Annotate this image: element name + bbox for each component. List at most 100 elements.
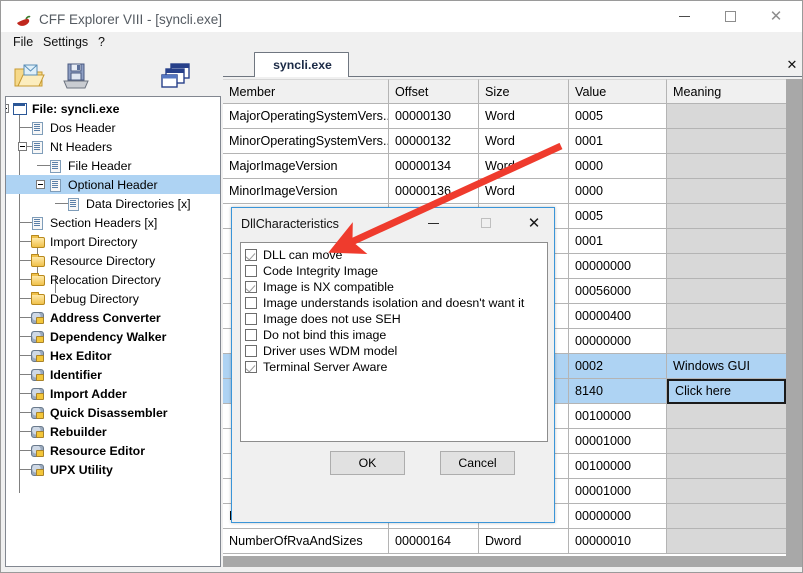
tree-item[interactable]: Rebuilder	[6, 422, 220, 441]
tree-item-label: File Header	[68, 158, 132, 173]
tree-item[interactable]: Relocation Directory	[6, 270, 220, 289]
open-file-icon[interactable]	[12, 60, 46, 92]
tab-close-icon[interactable]: ✕	[785, 59, 799, 73]
dialog-close-button[interactable]: ✕	[513, 209, 555, 237]
cell-meaning	[667, 254, 786, 279]
table-row[interactable]: NumberOfRvaAndSizes 00000164 Dword 00000010	[223, 529, 786, 554]
tool-icon	[31, 425, 44, 438]
window-title: CFF Explorer VIII - [syncli.exe]	[39, 12, 223, 27]
page-icon	[68, 197, 79, 211]
save-file-icon[interactable]	[59, 60, 93, 92]
windows-cascade-icon[interactable]	[159, 60, 193, 92]
tree-item-label: Optional Header	[68, 177, 158, 192]
checkbox-input[interactable]	[245, 313, 257, 325]
menu-item-help[interactable]: ?	[94, 35, 109, 52]
tree-item-icon-slot	[30, 425, 46, 439]
tree-collapse-toggle[interactable]	[6, 104, 9, 113]
column-header-offset[interactable]: Offset	[389, 79, 479, 104]
cell-meaning[interactable]: Click here	[667, 379, 786, 404]
tool-icon	[31, 406, 44, 419]
cell-value: 0001	[569, 229, 667, 254]
cell-meaning	[667, 504, 786, 529]
tree-item-label: Resource Editor	[50, 443, 145, 458]
navigation-tree[interactable]: File: syncli.exe Dos Header Nt Headers File…	[5, 96, 221, 567]
tree-collapse-toggle[interactable]	[18, 142, 27, 151]
tree-item-label: Relocation Directory	[50, 272, 161, 287]
cancel-button[interactable]: Cancel	[440, 451, 515, 475]
maximize-icon	[481, 218, 491, 228]
checkbox-input[interactable]	[245, 361, 257, 373]
column-header-meaning[interactable]: Meaning	[667, 79, 786, 104]
checkbox-input[interactable]	[245, 297, 257, 309]
table-row[interactable]: MajorImageVersion 00000134 Word 0000	[223, 154, 786, 179]
cell-value: 00001000	[569, 479, 667, 504]
dialog-minimize-button[interactable]	[412, 209, 454, 237]
close-icon: ✕	[769, 7, 783, 25]
tree-item[interactable]: Data Directories [x]	[6, 194, 220, 213]
checkbox-label: Driver uses WDM model	[263, 344, 398, 358]
characteristics-checkbox-list: DLL can move Code Integrity Image Image is…	[240, 242, 548, 442]
cell-meaning	[667, 129, 786, 154]
tree-item[interactable]: Import Adder	[6, 384, 220, 403]
tree-item[interactable]: Quick Disassembler	[6, 403, 220, 422]
column-header-value[interactable]: Value	[569, 79, 667, 104]
tree-item[interactable]: File Header	[6, 156, 220, 175]
tree-item[interactable]: Dependency Walker	[6, 327, 220, 346]
tree-item-label: Rebuilder	[50, 424, 107, 439]
cell-meaning: Windows GUI	[667, 354, 786, 379]
window-minimize-button[interactable]	[661, 1, 707, 32]
table-row[interactable]: MinorImageVersion 00000136 Word 0000	[223, 179, 786, 204]
cell-value: 00100000	[569, 454, 667, 479]
checkbox-row[interactable]: Code Integrity Image	[245, 263, 547, 279]
table-row[interactable]: MinorOperatingSystemVers... 00000132 Word 0…	[223, 129, 786, 154]
checkbox-row[interactable]: Do not bind this image	[245, 327, 547, 343]
ok-button[interactable]: OK	[330, 451, 405, 475]
tree-item[interactable]: Import Directory	[6, 232, 220, 251]
column-header-member[interactable]: Member	[223, 79, 389, 104]
dllcharacteristics-dialog: DllCharacteristics ✕ DLL can move Code In…	[231, 207, 555, 523]
tree-item[interactable]: Nt Headers	[6, 137, 220, 156]
cff-explorer-window: CFF Explorer VIII - [syncli.exe] ✕ File …	[0, 0, 803, 573]
checkbox-input[interactable]	[245, 265, 257, 277]
cell-size: Word	[479, 104, 569, 129]
checkbox-row[interactable]: Image is NX compatible	[245, 279, 547, 295]
tree-collapse-toggle[interactable]	[36, 180, 45, 189]
tree-item[interactable]: Resource Directory	[6, 251, 220, 270]
cell-value: 00000000	[569, 329, 667, 354]
checkbox-row[interactable]: Image does not use SEH	[245, 311, 547, 327]
tree-item-icon-slot	[30, 387, 46, 401]
tree-item[interactable]: File: syncli.exe	[6, 99, 220, 118]
checkbox-row[interactable]: Driver uses WDM model	[245, 343, 547, 359]
tree-item[interactable]: Hex Editor	[6, 346, 220, 365]
tree-item[interactable]: Identifier	[6, 365, 220, 384]
tree-item[interactable]: Resource Editor	[6, 441, 220, 460]
checkbox-row[interactable]: Terminal Server Aware	[245, 359, 547, 375]
tree-item[interactable]: Debug Directory	[6, 289, 220, 308]
tree-item[interactable]: Section Headers [x]	[6, 213, 220, 232]
checkbox-row[interactable]: DLL can move	[245, 247, 547, 263]
checkbox-row[interactable]: Image understands isolation and doesn't …	[245, 295, 547, 311]
checkbox-input[interactable]	[245, 329, 257, 341]
minimize-icon	[678, 16, 690, 17]
tree-item[interactable]: Dos Header	[6, 118, 220, 137]
column-header-size[interactable]: Size	[479, 79, 569, 104]
window-maximize-button[interactable]	[707, 1, 753, 32]
menu-item-file[interactable]: File	[9, 35, 37, 52]
maximize-icon	[724, 11, 736, 22]
checkbox-label: DLL can move	[263, 248, 343, 262]
dialog-maximize-button[interactable]	[465, 209, 507, 237]
table-header-row: Member Offset Size Value Meaning	[223, 79, 786, 104]
checkbox-input[interactable]	[245, 345, 257, 357]
tree-item[interactable]: UPX Utility	[6, 460, 220, 479]
tab-syncli-exe[interactable]: syncli.exe	[254, 52, 349, 77]
checkbox-input[interactable]	[245, 249, 257, 261]
cell-meaning	[667, 154, 786, 179]
cell-meaning	[667, 529, 786, 554]
checkbox-input[interactable]	[245, 281, 257, 293]
page-icon	[50, 159, 61, 173]
tree-item-icon-slot	[30, 349, 46, 363]
table-row[interactable]: MajorOperatingSystemVers... 00000130 Word 0…	[223, 104, 786, 129]
menu-item-settings[interactable]: Settings	[39, 35, 92, 52]
window-close-button[interactable]: ✕	[753, 1, 799, 32]
tree-item[interactable]: Address Converter	[6, 308, 220, 327]
